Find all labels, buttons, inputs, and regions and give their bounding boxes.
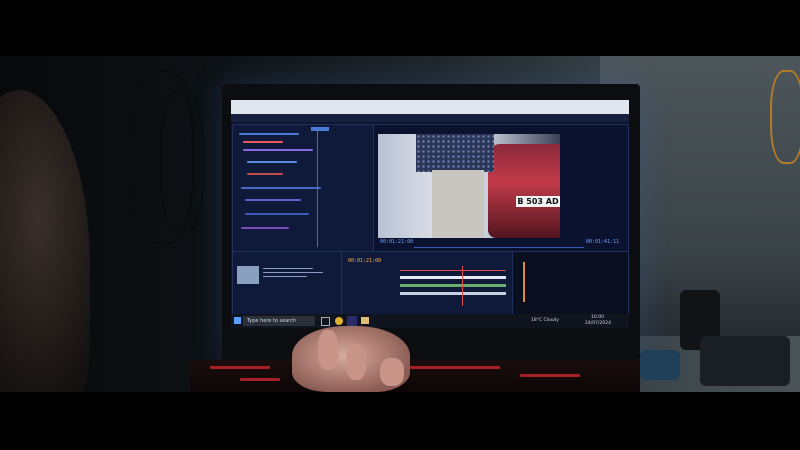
taskbar-date[interactable]: 24/07/2024 (585, 320, 611, 327)
program-duration: 00:01:41:11 (586, 239, 620, 245)
video-preview: B 503 AD (378, 134, 560, 238)
audio-meter-bar (523, 262, 525, 302)
chrome-icon[interactable] (335, 317, 343, 325)
playhead-marker[interactable] (311, 127, 329, 131)
code-line (245, 199, 301, 201)
task-view-icon[interactable] (321, 317, 330, 326)
laptop-screen: B 503 AD 00:01:21:00 00:01:41:11 00:01:2… (231, 100, 629, 328)
person-in-video (416, 134, 494, 172)
taskbar-weather[interactable]: 18°C Cloudy (531, 316, 559, 326)
person-in-video-legs (432, 170, 484, 238)
sequence-timecode: 00:01:21:00 (348, 258, 382, 264)
code-line (247, 161, 297, 163)
code-line (247, 173, 283, 175)
effect-controls-panel (232, 124, 374, 252)
finger (380, 358, 404, 386)
keyboard-backlight (410, 366, 500, 369)
media-thumbnail[interactable] (237, 266, 259, 284)
license-plate: B 503 AD (516, 196, 560, 207)
scrub-bar[interactable] (414, 247, 584, 248)
desk-device (700, 336, 790, 386)
code-line (241, 187, 321, 189)
code-line (243, 141, 283, 143)
program-monitor: B 503 AD 00:01:21:00 00:01:41:11 (373, 124, 629, 252)
program-timecode: 00:01:21:00 (380, 239, 414, 245)
cable (160, 90, 204, 234)
keyboard-backlight (520, 374, 580, 377)
timeline-playhead[interactable] (462, 266, 463, 306)
taskbar-search-placeholder: Type here to search (247, 318, 297, 324)
desk-device (640, 350, 680, 380)
red-car (488, 144, 560, 238)
code-line (241, 227, 289, 229)
photo-scene: B 503 AD 00:01:21:00 00:01:41:11 00:01:2… (0, 0, 800, 450)
video-track[interactable] (400, 276, 506, 279)
finger (346, 344, 366, 380)
window-titlebar (231, 100, 629, 114)
code-line (239, 133, 299, 135)
menu-bar[interactable] (231, 114, 629, 122)
code-line (243, 149, 313, 151)
media-info-line (263, 268, 313, 269)
code-line (245, 213, 309, 215)
timeline-panel: 00:01:21:00 (341, 251, 513, 315)
windows-taskbar: Type here to search 18°C Cloudy 10:00 24… (231, 314, 629, 328)
windows-start-icon[interactable] (234, 317, 241, 324)
letterbox-bottom (0, 392, 800, 450)
explorer-icon[interactable] (361, 317, 369, 324)
media-info-line (263, 276, 307, 277)
keyboard-backlight (240, 378, 280, 381)
media-info-line (263, 272, 323, 273)
playhead-line (317, 127, 318, 247)
keyboard-backlight (210, 366, 270, 369)
audio-track[interactable] (400, 292, 506, 295)
audio-meter-panel (512, 251, 629, 315)
finger (318, 330, 338, 370)
letterbox-top (0, 0, 800, 56)
audio-track[interactable] (400, 284, 506, 287)
timeline-work-area[interactable] (400, 270, 506, 271)
project-panel (232, 251, 342, 315)
cable (770, 70, 800, 164)
